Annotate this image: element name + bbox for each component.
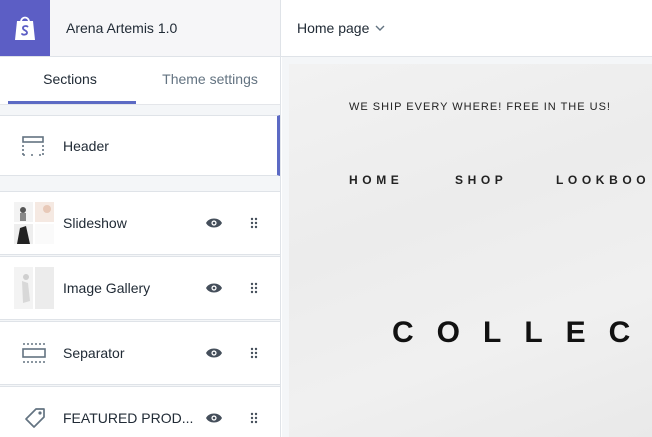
section-item-label: FEATURED PROD...	[63, 410, 194, 426]
drag-handle-icon[interactable]	[248, 410, 260, 426]
section-item-featured-products[interactable]: FEATURED PROD...	[0, 386, 280, 437]
eye-icon[interactable]	[204, 408, 224, 428]
theme-name: Arena Artemis 1.0	[66, 20, 178, 36]
active-tab-indicator	[8, 101, 136, 104]
chevron-down-icon	[375, 25, 385, 31]
sidebar: Sections Theme settings Header Slideshow…	[0, 57, 281, 437]
top-bar: Arena Artemis 1.0 Home page	[0, 0, 652, 57]
preview-frame[interactable]: WE SHIP EVERY WHERE! FREE IN THE US! HOM…	[289, 64, 652, 437]
page-selector[interactable]: Home page	[297, 0, 385, 56]
slideshow-thumbnail	[14, 201, 56, 245]
section-item-slideshow[interactable]: Slideshow	[0, 191, 280, 255]
eye-icon[interactable]	[204, 343, 224, 363]
tab-theme-settings[interactable]: Theme settings	[140, 57, 280, 104]
shopify-logo[interactable]	[0, 0, 50, 56]
page-selector-label: Home page	[297, 20, 370, 36]
sidebar-tabs: Sections Theme settings	[0, 57, 280, 105]
theme-preview: WE SHIP EVERY WHERE! FREE IN THE US! HOM…	[282, 57, 652, 437]
announcement-bar: WE SHIP EVERY WHERE! FREE IN THE US!	[349, 101, 611, 113]
eye-icon[interactable]	[204, 213, 224, 233]
nav-home[interactable]: HOME	[349, 173, 403, 187]
tab-sections[interactable]: Sections	[0, 57, 140, 104]
drag-handle-icon[interactable]	[248, 345, 260, 361]
nav-shop[interactable]: SHOP	[455, 173, 507, 187]
drag-handle-icon[interactable]	[248, 280, 260, 296]
section-item-label: Slideshow	[63, 215, 127, 231]
section-item-label: Header	[63, 137, 109, 154]
tag-icon	[24, 396, 66, 437]
hero-heading: COLLEC	[392, 316, 652, 349]
eye-icon[interactable]	[204, 278, 224, 298]
gallery-thumbnail	[14, 266, 56, 310]
header-layout-icon	[22, 124, 64, 168]
drag-handle-icon[interactable]	[248, 215, 260, 231]
separator-layout-icon	[22, 331, 64, 375]
section-item-separator[interactable]: Separator	[0, 321, 280, 385]
section-item-label: Image Gallery	[63, 280, 151, 296]
shopify-bag-icon	[15, 16, 35, 40]
section-item-image-gallery[interactable]: Image Gallery	[0, 256, 280, 320]
section-item-label: Separator	[63, 345, 125, 361]
section-item-header[interactable]: Header	[0, 115, 280, 176]
nav-lookbook[interactable]: LOOKBOO	[556, 173, 650, 187]
